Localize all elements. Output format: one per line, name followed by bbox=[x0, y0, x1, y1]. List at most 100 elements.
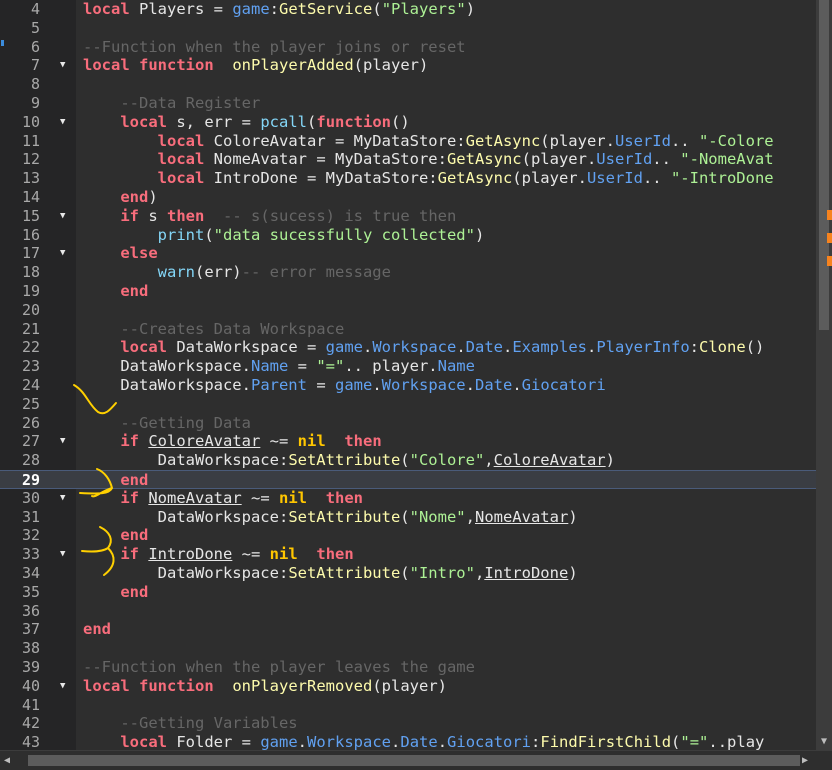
minimap-marker bbox=[827, 256, 832, 266]
code-line[interactable]: 19 end bbox=[0, 282, 816, 301]
fold-toggle-icon[interactable]: ▼ bbox=[60, 56, 72, 75]
code-line[interactable]: 34 DataWorkspace:SetAttribute("Intro",In… bbox=[0, 564, 816, 583]
line-number: 33 bbox=[21, 545, 40, 564]
scroll-down-button[interactable]: ▼ bbox=[816, 734, 832, 750]
code-line[interactable]: 29 end bbox=[0, 470, 816, 489]
fold-toggle-icon[interactable]: ▼ bbox=[60, 432, 72, 451]
code-line[interactable]: 22 local DataWorkspace = game.Workspace.… bbox=[0, 338, 816, 357]
code-line[interactable]: 28 DataWorkspace:SetAttribute("Colore",C… bbox=[0, 451, 816, 470]
code-line[interactable]: 21 --Creates Data Workspace bbox=[0, 320, 816, 339]
code-text: local function onPlayerRemoved(player) bbox=[83, 677, 447, 696]
fold-toggle-icon[interactable]: ▼ bbox=[60, 207, 72, 226]
horizontal-scrollbar[interactable]: ◀ ▶ bbox=[0, 750, 832, 770]
code-line[interactable]: 32 end bbox=[0, 526, 816, 545]
code-line[interactable]: 33 ▼ if IntroDone ~= nil then bbox=[0, 545, 816, 564]
code-line[interactable]: 25 bbox=[0, 395, 816, 414]
code-line[interactable]: 26 --Getting Data bbox=[0, 414, 816, 433]
code-line[interactable]: 43 local Folder = game.Workspace.Date.Gi… bbox=[0, 733, 816, 750]
code-token: local function bbox=[83, 56, 214, 75]
minimap-marker bbox=[827, 210, 832, 220]
code-token: FindFirstChild bbox=[540, 733, 672, 750]
code-token: -- error message bbox=[241, 263, 391, 282]
code-line[interactable]: 35 end bbox=[0, 583, 816, 602]
script-editor[interactable]: 4 local Players = game:GetService("Player… bbox=[0, 0, 832, 770]
code-line[interactable]: 18 warn(err)-- error message bbox=[0, 263, 816, 282]
code-token: Date bbox=[475, 376, 513, 394]
code-line[interactable]: 12 local NomeAvatar = MyDataStore:GetAsy… bbox=[0, 150, 816, 169]
code-token: Clone bbox=[699, 338, 746, 357]
code-line[interactable]: 42 --Getting Variables bbox=[0, 714, 816, 733]
code-token: "=" bbox=[316, 357, 345, 376]
code-line[interactable]: 37 end bbox=[0, 620, 816, 639]
code-line[interactable]: 41 bbox=[0, 696, 816, 715]
fold-toggle-icon[interactable]: ▼ bbox=[60, 677, 72, 696]
code-line[interactable]: 23 DataWorkspace.Name = "=".. player.Nam… bbox=[0, 357, 816, 376]
code-line[interactable]: 36 bbox=[0, 602, 816, 621]
line-number: 7 bbox=[30, 56, 40, 75]
line-number: 27 bbox=[21, 432, 40, 451]
line-number: 15 bbox=[21, 206, 40, 225]
code-token: (player) bbox=[353, 56, 429, 75]
code-lines[interactable]: 4 local Players = game:GetService("Player… bbox=[0, 0, 816, 750]
vertical-scroll-thumb[interactable] bbox=[819, 0, 829, 330]
code-text: local Players = game:GetService("Players… bbox=[83, 0, 475, 19]
code-token: , bbox=[465, 507, 475, 526]
fold-toggle-icon[interactable]: ▼ bbox=[60, 113, 72, 132]
code-line[interactable]: 40 ▼ local function onPlayerRemoved(player… bbox=[0, 677, 816, 696]
line-number: 21 bbox=[21, 319, 40, 338]
code-line[interactable]: 13 local IntroDone = MyDataStore:GetAsyn… bbox=[0, 169, 816, 188]
code-token: Examples bbox=[512, 338, 587, 357]
horizontal-scroll-thumb[interactable] bbox=[28, 755, 800, 766]
code-token: DataWorkspace. bbox=[83, 357, 251, 376]
code-line[interactable]: 17 ▼ else bbox=[0, 244, 816, 263]
code-line[interactable]: 14 end) bbox=[0, 188, 816, 207]
code-line[interactable]: 9 --Data Register bbox=[0, 94, 816, 113]
code-token: GetAsync bbox=[446, 150, 522, 169]
code-token: ColoreAvatar bbox=[148, 432, 261, 451]
scroll-right-button[interactable]: ▶ bbox=[802, 753, 816, 768]
code-token: else bbox=[120, 244, 158, 263]
code-text: end bbox=[83, 620, 111, 639]
code-line[interactable]: 38 bbox=[0, 639, 816, 658]
code-token: warn bbox=[157, 263, 195, 282]
line-number: 17 bbox=[21, 244, 40, 263]
code-token: UserId bbox=[614, 131, 671, 150]
code-line[interactable]: 6 --Function when the player joins or res… bbox=[0, 38, 816, 57]
code-line[interactable]: 5 bbox=[0, 19, 816, 38]
code-line[interactable]: 20 bbox=[0, 301, 816, 320]
code-token: . bbox=[587, 338, 597, 357]
code-line[interactable]: 10 ▼ local s, err = pcall(function() bbox=[0, 113, 816, 132]
code-line[interactable]: 39 --Function when the player leaves the … bbox=[0, 658, 816, 677]
code-line[interactable]: 27 ▼ if ColoreAvatar ~= nil then bbox=[0, 432, 816, 451]
code-line[interactable]: 11 local ColoreAvatar = MyDataStore:GetA… bbox=[0, 132, 816, 151]
code-token: . bbox=[297, 733, 308, 750]
code-token: (player. bbox=[512, 169, 587, 188]
code-token: (player. bbox=[521, 150, 597, 169]
code-line[interactable]: 8 bbox=[0, 75, 816, 94]
line-number: 4 bbox=[30, 0, 40, 18]
code-token: ( bbox=[372, 0, 382, 18]
fold-toggle-icon[interactable]: ▼ bbox=[60, 244, 72, 263]
code-line[interactable]: 24 DataWorkspace.Parent = game.Workspace… bbox=[0, 376, 816, 395]
code-token: DataWorkspace. bbox=[83, 376, 251, 394]
code-line[interactable]: 16 print("data sucessfully collected") bbox=[0, 226, 816, 245]
scroll-left-button[interactable]: ◀ bbox=[4, 753, 18, 768]
code-token: nil bbox=[297, 432, 326, 451]
line-number: 35 bbox=[21, 582, 40, 601]
vertical-scrollbar[interactable]: ▼ bbox=[816, 0, 832, 750]
fold-toggle-icon[interactable]: ▼ bbox=[60, 545, 72, 564]
code-line[interactable]: 15 ▼ if s then -- s(sucess) is true then bbox=[0, 207, 816, 226]
code-line[interactable]: 4 local Players = game:GetService("Player… bbox=[0, 0, 816, 19]
code-token: , bbox=[484, 451, 494, 470]
code-token: "Nome" bbox=[409, 507, 466, 526]
code-line[interactable]: 7 ▼ local function onPlayerAdded(player) bbox=[0, 56, 816, 75]
code-line[interactable]: 30 ▼ if NomeAvatar ~= nil then bbox=[0, 489, 816, 508]
code-line[interactable]: 31 DataWorkspace:SetAttribute("Nome",Nom… bbox=[0, 508, 816, 527]
fold-toggle-icon[interactable]: ▼ bbox=[60, 489, 72, 508]
